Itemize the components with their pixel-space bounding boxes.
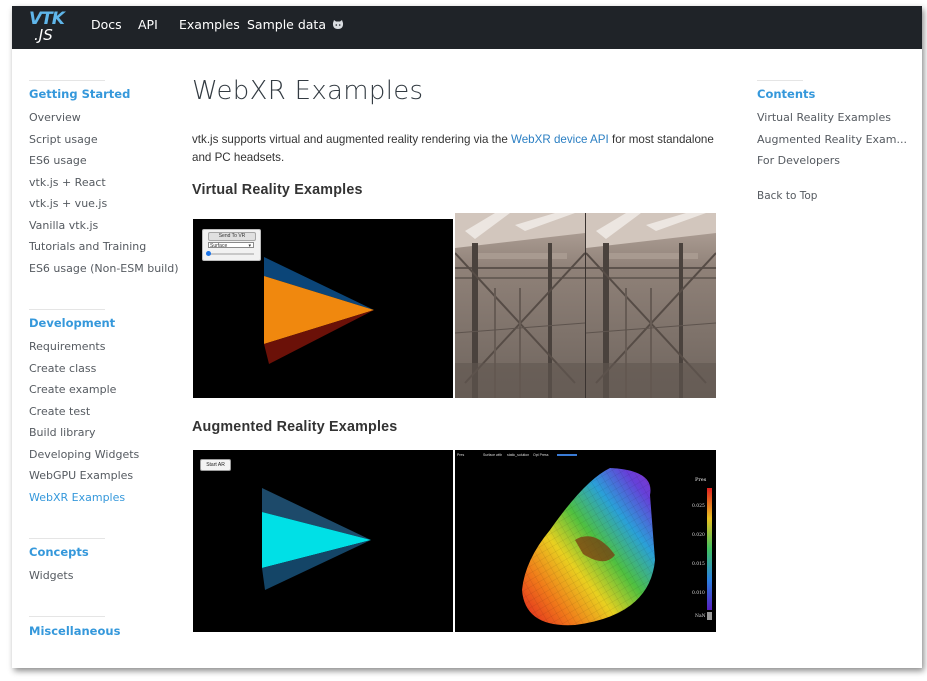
nav-sample-data-link[interactable]: Sample data (247, 17, 326, 32)
opacity-slider-handle[interactable] (206, 251, 211, 256)
back-to-top-link[interactable]: Back to Top (757, 190, 817, 202)
vr-cone-example-thumbnail[interactable]: Send To VR Surface ▾ (193, 219, 453, 398)
ar-cone-example-thumbnail[interactable]: Start AR (193, 450, 453, 632)
sidebar-item-webgpu-examples[interactable]: WebGPU Examples (29, 469, 133, 482)
sidebar-item-vtkjs-react[interactable]: vtk.js + React (29, 176, 106, 189)
sidebar-item-create-class[interactable]: Create class (29, 362, 96, 375)
vtkjs-logo[interactable]: VTK .JS (29, 9, 69, 47)
sidebar-item-build-library[interactable]: Build library (29, 426, 96, 439)
representation-select[interactable]: Surface ▾ (208, 242, 254, 249)
representation-select-value: Surface (210, 243, 228, 249)
nav-docs-link[interactable]: Docs (91, 17, 122, 32)
vr-controls-panel: Send To VR Surface ▾ (202, 229, 261, 261)
colorbar-tick: NaN (695, 614, 706, 619)
sidebar-item-webxr-examples[interactable]: WebXR Examples (29, 491, 125, 504)
viz-toolbar-item[interactable]: Pres (457, 450, 464, 460)
colorbar-tick: 0.015 (692, 562, 705, 567)
start-ar-button[interactable]: Start AR (200, 459, 231, 471)
sidebar-item-create-test[interactable]: Create test (29, 405, 90, 418)
ar-surface-render (522, 468, 712, 626)
ar-cone-render (262, 488, 371, 590)
viz-toolbar: Pres Surface with static_solution Opt Pr… (455, 450, 716, 460)
toc-item-ar[interactable]: Augmented Reality Exam... (757, 133, 907, 146)
page-title: WebXR Examples (192, 76, 424, 106)
nav-examples-link[interactable]: Examples (179, 17, 240, 32)
ar-section-heading: Augmented Reality Examples (192, 419, 398, 435)
toc-item-vr[interactable]: Virtual Reality Examples (757, 111, 891, 124)
sidebar-item-create-example[interactable]: Create example (29, 383, 116, 396)
colorbar-tick: 0.025 (692, 504, 705, 509)
vr-scene-example-thumbnail[interactable] (455, 213, 716, 398)
sidebar-item-widgets[interactable]: Widgets (29, 569, 73, 582)
sidebar-item-vtkjs-vuejs[interactable]: vtk.js + vue.js (29, 197, 107, 210)
github-icon[interactable] (332, 18, 344, 36)
colorbar-tick: 0.010 (692, 591, 705, 596)
intro-paragraph: vtk.js supports virtual and augmented re… (192, 131, 722, 167)
sidebar-item-script-usage[interactable]: Script usage (29, 133, 98, 146)
opacity-slider[interactable] (208, 253, 254, 255)
sidebar-item-es6-non-esm[interactable]: ES6 usage (Non-ESM build) (29, 262, 179, 275)
colorbar-tick: 0.020 (692, 533, 705, 538)
logo-js-text: .JS (34, 26, 53, 44)
sidebar-item-overview[interactable]: Overview (29, 111, 81, 124)
sidebar-heading-miscellaneous[interactable]: Miscellaneous (29, 624, 120, 638)
colorbar-title: Pres (695, 477, 707, 483)
vr-section-heading: Virtual Reality Examples (192, 182, 363, 198)
sidebar-item-es6-usage[interactable]: ES6 usage (29, 154, 87, 167)
sidebar-item-vanilla-vtkjs[interactable]: Vanilla vtk.js (29, 219, 98, 232)
toc-divider (757, 80, 803, 81)
top-navbar: VTK .JS Docs API Examples Sample data (12, 6, 922, 49)
sidebar-item-developing-widgets[interactable]: Developing Widgets (29, 448, 139, 461)
webxr-device-api-link[interactable]: WebXR device API (511, 133, 609, 146)
sidebar-heading-getting-started[interactable]: Getting Started (29, 87, 130, 101)
sidebar-item-tutorials-training[interactable]: Tutorials and Training (29, 240, 146, 253)
browser-page: VTK .JS Docs API Examples Sample data Ge… (12, 6, 922, 668)
sidebar-heading-concepts[interactable]: Concepts (29, 545, 89, 559)
toc-heading[interactable]: Contents (757, 87, 815, 101)
ar-surface-example-thumbnail[interactable]: Pres Surface with static_solution Opt Pr… (455, 450, 716, 632)
sidebar-divider (29, 538, 105, 539)
viz-toolbar-item[interactable]: Surface with (483, 450, 502, 460)
intro-text-before: vtk.js supports virtual and augmented re… (192, 133, 511, 146)
vr-stereo-render (455, 213, 716, 398)
viz-toolbar-item[interactable]: Opt Press (533, 450, 549, 460)
sidebar-item-requirements[interactable]: Requirements (29, 340, 105, 353)
toc-item-developers[interactable]: For Developers (757, 154, 840, 167)
viz-toolbar-slider[interactable] (557, 454, 577, 456)
viz-toolbar-item[interactable]: static_solution (507, 450, 529, 460)
sidebar-heading-development[interactable]: Development (29, 316, 115, 330)
send-to-vr-button[interactable]: Send To VR (208, 232, 256, 241)
nav-api-link[interactable]: API (138, 17, 158, 32)
sidebar-divider (29, 616, 105, 617)
chevron-down-icon: ▾ (248, 243, 251, 249)
sidebar-divider (29, 309, 105, 310)
sidebar-divider (29, 80, 105, 81)
